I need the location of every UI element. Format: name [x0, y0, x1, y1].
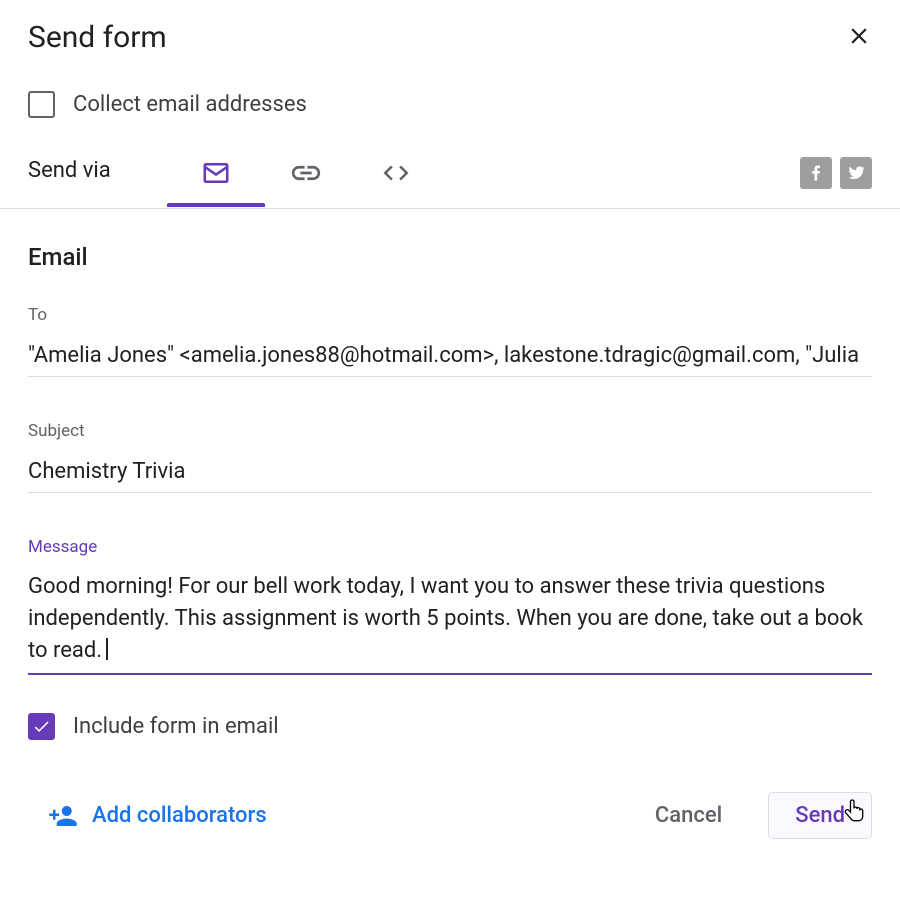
subject-label: Subject	[28, 421, 872, 441]
close-button[interactable]	[846, 23, 872, 53]
tab-link[interactable]	[261, 156, 351, 208]
send-button[interactable]: Send	[768, 792, 872, 839]
tab-email[interactable]	[171, 158, 261, 206]
link-icon	[289, 156, 323, 190]
add-collaborators-label: Add collaborators	[92, 803, 267, 828]
message-label: Message	[28, 537, 872, 557]
email-section-title: Email	[28, 243, 872, 271]
to-label: To	[28, 305, 872, 325]
cursor-pointer-icon	[843, 798, 867, 832]
collect-emails-checkbox[interactable]	[28, 91, 55, 118]
message-input[interactable]: Good morning! For our bell work today, I…	[28, 571, 872, 675]
message-text: Good morning! For our bell work today, I…	[28, 574, 863, 663]
dialog-title: Send form	[28, 20, 167, 55]
facebook-icon	[806, 163, 826, 183]
collect-emails-label: Collect email addresses	[73, 92, 307, 117]
subject-input[interactable]	[28, 455, 872, 493]
close-icon	[846, 23, 872, 49]
include-form-checkbox[interactable]	[28, 713, 55, 740]
mail-icon	[201, 158, 231, 188]
send-button-label: Send	[795, 803, 845, 828]
to-input[interactable]	[28, 339, 872, 377]
send-via-label: Send via	[28, 160, 111, 204]
cancel-button[interactable]: Cancel	[633, 793, 744, 838]
include-form-label: Include form in email	[73, 714, 279, 739]
add-collaborators-button[interactable]: Add collaborators	[28, 801, 267, 831]
embed-icon	[381, 158, 411, 188]
twitter-icon	[846, 163, 866, 183]
check-icon	[32, 717, 51, 736]
text-caret	[106, 638, 108, 660]
share-facebook-button[interactable]	[800, 157, 832, 189]
person-add-icon	[48, 801, 78, 831]
tab-embed[interactable]	[351, 158, 441, 206]
share-twitter-button[interactable]	[840, 157, 872, 189]
